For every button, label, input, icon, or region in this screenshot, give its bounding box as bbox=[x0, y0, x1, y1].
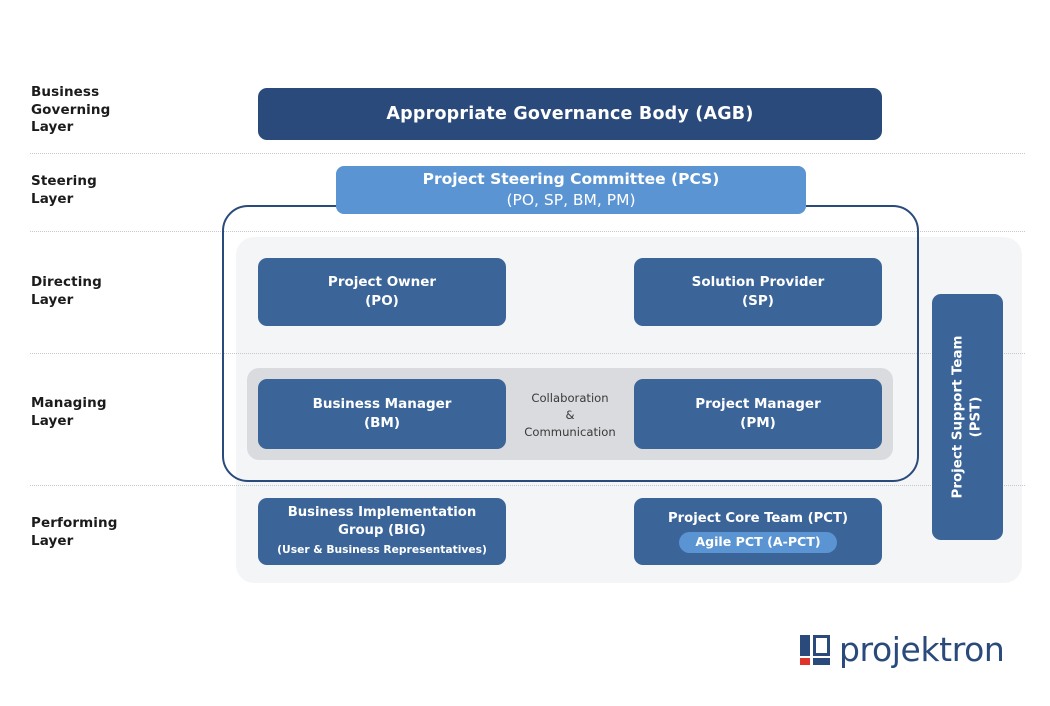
layer-label-business-governing: Business Governing Layer bbox=[31, 84, 111, 135]
pm-title: Project Manager bbox=[695, 396, 821, 412]
bm-abbr: (BM) bbox=[363, 415, 401, 431]
logo-square-outline-icon bbox=[813, 634, 830, 656]
pcs-members: (PO, SP, BM, PM) bbox=[506, 191, 636, 209]
divider-business-steering bbox=[30, 153, 1025, 154]
box-appropriate-governance-body[interactable]: Appropriate Governance Body (AGB) bbox=[258, 88, 882, 140]
box-project-support-team[interactable]: Project Support Team (PST) bbox=[932, 294, 1003, 540]
collaboration-communication-label: Collaboration & Communication bbox=[508, 386, 632, 444]
sp-abbr: (SP) bbox=[742, 293, 774, 309]
pcs-title: Project Steering Committee (PCS) bbox=[422, 170, 720, 188]
collab-line-1: Collaboration bbox=[531, 390, 609, 405]
agb-title: Appropriate Governance Body (AGB) bbox=[386, 104, 754, 124]
layer-label-steering: Steering Layer bbox=[31, 173, 97, 207]
box-project-steering-committee[interactable]: Project Steering Committee (PCS) (PO, SP… bbox=[336, 166, 806, 214]
box-project-owner[interactable]: Project Owner (PO) bbox=[258, 258, 506, 326]
po-abbr: (PO) bbox=[365, 293, 399, 309]
agile-pct-pill[interactable]: Agile PCT (A-PCT) bbox=[679, 532, 837, 553]
box-business-manager[interactable]: Business Manager (BM) bbox=[258, 379, 506, 449]
projektron-logo: projektron bbox=[800, 630, 1005, 669]
pst-title: Project Support Team bbox=[950, 335, 966, 499]
big-line-2: Group (BIG) bbox=[338, 523, 426, 538]
big-line-1: Business Implementation bbox=[287, 505, 477, 520]
box-project-core-team[interactable]: Project Core Team (PCT) Agile PCT (A-PCT… bbox=[634, 498, 882, 565]
sp-title: Solution Provider bbox=[691, 274, 825, 290]
projektron-logo-mark-icon bbox=[800, 634, 830, 665]
pst-label: Project Support Team (PST) bbox=[950, 336, 986, 499]
pst-abbr: (PST) bbox=[968, 396, 984, 438]
logo-bar-left-icon bbox=[800, 634, 810, 656]
collab-line-2: & bbox=[565, 407, 575, 422]
box-project-manager[interactable]: Project Manager (PM) bbox=[634, 379, 882, 449]
diagram-canvas: Business Governing Layer Steering Layer … bbox=[0, 0, 1050, 706]
bm-title: Business Manager bbox=[312, 396, 452, 412]
pct-title: Project Core Team (PCT) bbox=[668, 511, 848, 526]
projektron-wordmark: projektron bbox=[839, 630, 1005, 669]
logo-bottom-bar-icon bbox=[813, 657, 830, 665]
layer-label-managing: Managing Layer bbox=[31, 395, 107, 429]
pm-abbr: (PM) bbox=[740, 415, 776, 431]
collab-line-3: Communication bbox=[524, 424, 616, 439]
big-line-3: (User & Business Representatives) bbox=[277, 543, 487, 556]
box-business-implementation-group[interactable]: Business Implementation Group (BIG) (Use… bbox=[258, 498, 506, 565]
logo-red-square-icon bbox=[800, 657, 810, 665]
divider-managing-performing bbox=[30, 485, 1025, 486]
po-title: Project Owner bbox=[327, 274, 437, 290]
layer-label-performing: Performing Layer bbox=[31, 515, 118, 549]
box-solution-provider[interactable]: Solution Provider (SP) bbox=[634, 258, 882, 326]
layer-label-directing: Directing Layer bbox=[31, 274, 102, 308]
